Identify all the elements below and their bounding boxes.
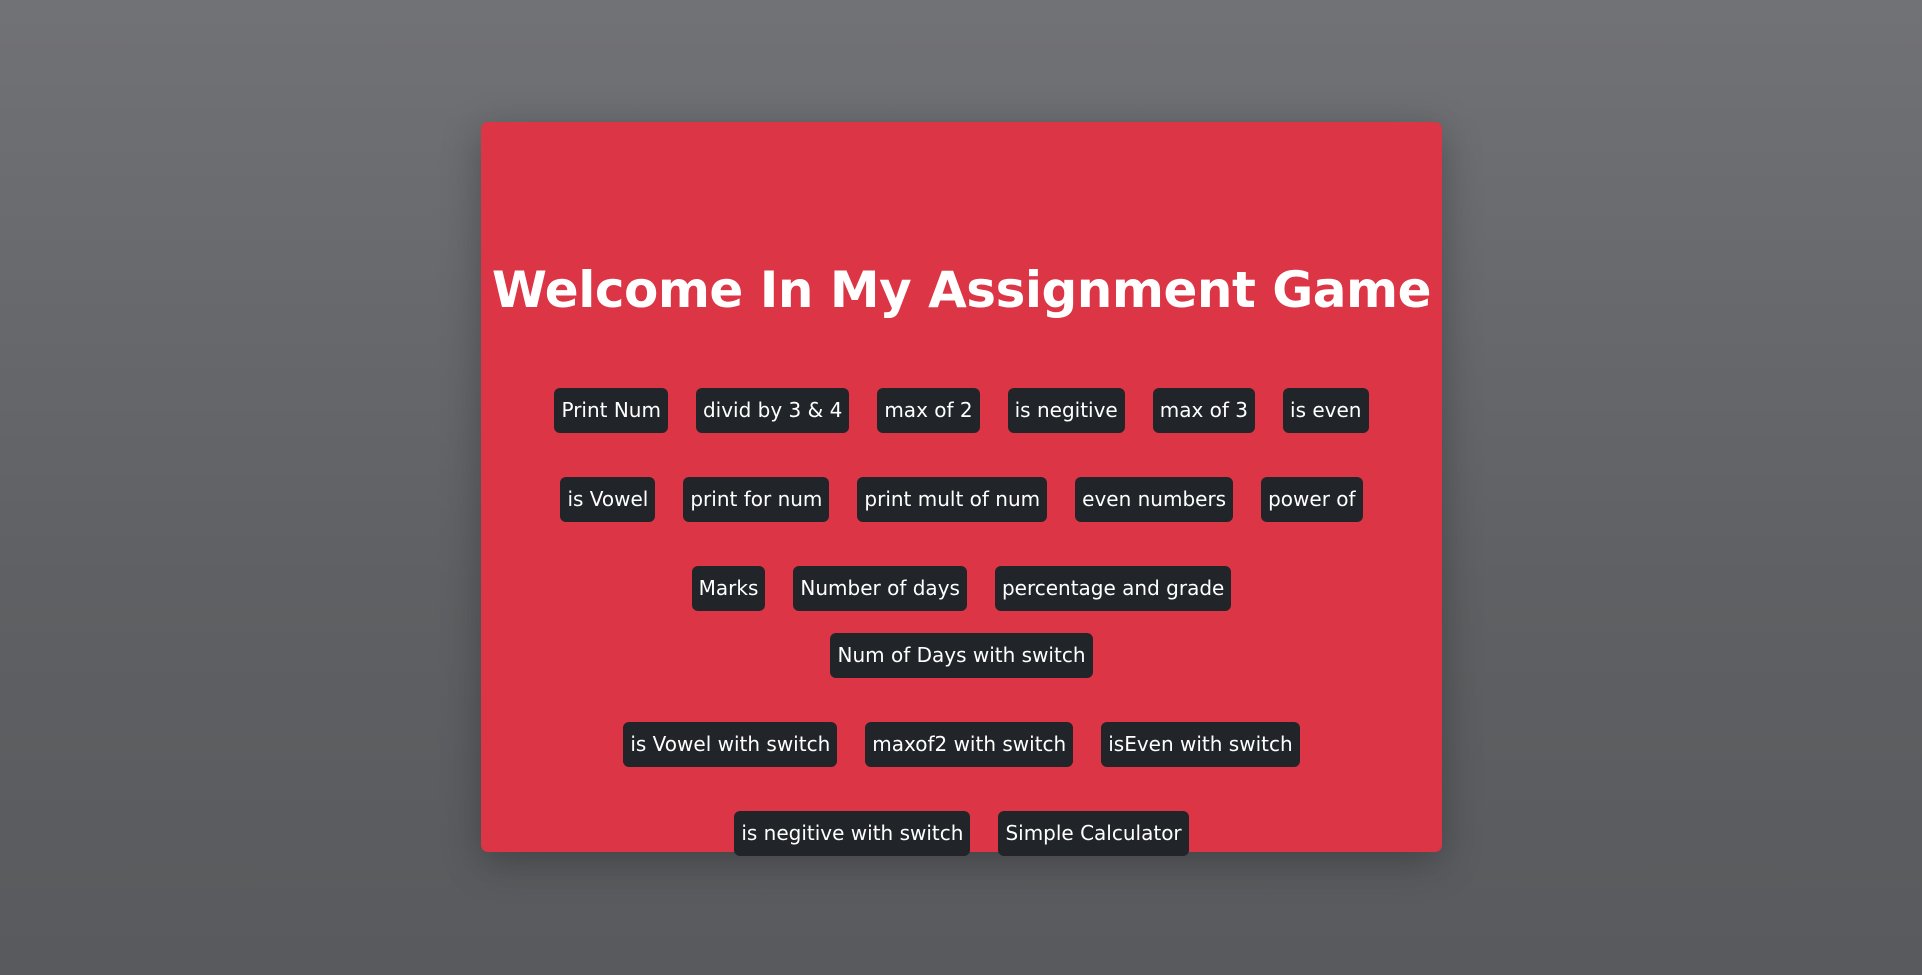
- iseven-with-switch-button[interactable]: isEven with switch: [1101, 722, 1300, 767]
- simple-calculator-button[interactable]: Simple Calculator: [998, 811, 1189, 856]
- percentage-and-grade-button[interactable]: percentage and grade: [994, 566, 1232, 611]
- print-for-num-button[interactable]: print for num: [683, 477, 830, 522]
- marks-button[interactable]: Marks: [691, 566, 766, 611]
- print-num-button[interactable]: Print Num: [554, 388, 668, 433]
- print-mult-of-num-button[interactable]: print mult of num: [857, 477, 1048, 522]
- assignment-card: Welcome In My Assignment Game Print Num …: [481, 122, 1442, 856]
- is-negitive-button[interactable]: is negitive: [1007, 388, 1125, 433]
- is-vowel-button[interactable]: is Vowel: [560, 477, 656, 522]
- divid-by-3-and-4-button[interactable]: divid by 3 & 4: [695, 388, 850, 433]
- is-negitive-with-switch-button[interactable]: is negitive with switch: [734, 811, 971, 856]
- number-of-days-button[interactable]: Number of days: [793, 566, 967, 611]
- even-numbers-button[interactable]: even numbers: [1075, 477, 1234, 522]
- assignment-button-group: Print Num divid by 3 & 4 max of 2 is neg…: [552, 388, 1372, 856]
- page-title: Welcome In My Assignment Game: [491, 261, 1432, 319]
- power-of-button[interactable]: power of: [1261, 477, 1363, 522]
- max-of-2-button[interactable]: max of 2: [877, 388, 980, 433]
- max-of-3-button[interactable]: max of 3: [1152, 388, 1256, 433]
- is-even-button[interactable]: is even: [1283, 388, 1369, 433]
- num-of-days-with-switch-button[interactable]: Num of Days with switch: [830, 633, 1093, 678]
- is-vowel-with-switch-button[interactable]: is Vowel with switch: [623, 722, 838, 767]
- maxof2-with-switch-button[interactable]: maxof2 with switch: [865, 722, 1074, 767]
